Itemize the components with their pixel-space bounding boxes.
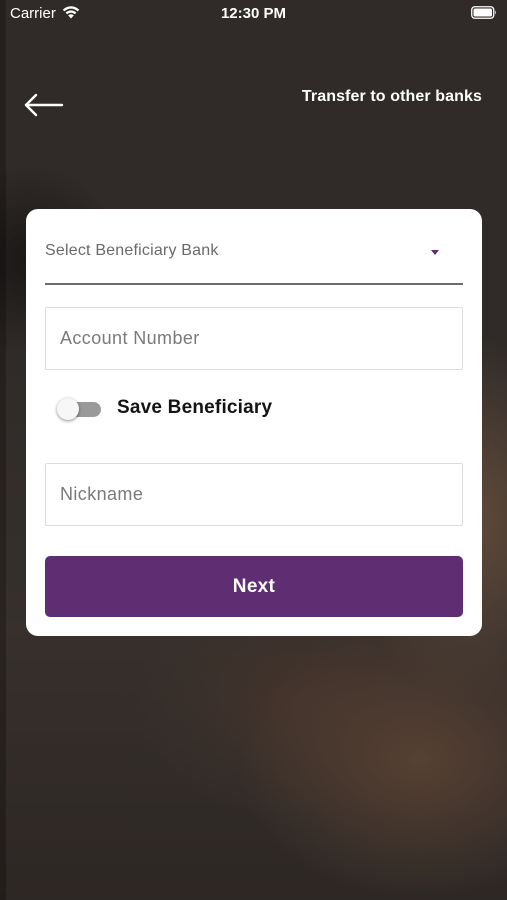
nickname-input[interactable] [45,463,463,526]
save-beneficiary-row: Save Beneficiary [56,391,456,427]
transfer-form-card: Select Beneficiary Bank Save Beneficiary… [26,209,482,636]
account-number-input[interactable] [45,307,463,370]
beneficiary-bank-select[interactable]: Select Beneficiary Bank [45,223,463,285]
page-title: Transfer to other banks [301,88,482,105]
next-button[interactable]: Next [45,556,463,617]
toggle-knob [57,398,79,420]
arrow-left-icon [24,93,64,117]
beneficiary-bank-placeholder: Select Beneficiary Bank [45,242,219,259]
caret-down-icon [431,250,439,255]
status-bar: Carrier 12:30 PM [0,0,507,28]
save-beneficiary-toggle[interactable] [56,398,102,420]
status-time: 12:30 PM [220,5,287,22]
back-button[interactable] [22,90,66,120]
background-edge [0,0,6,900]
battery-icon [471,6,496,19]
save-beneficiary-label: Save Beneficiary [117,397,273,418]
